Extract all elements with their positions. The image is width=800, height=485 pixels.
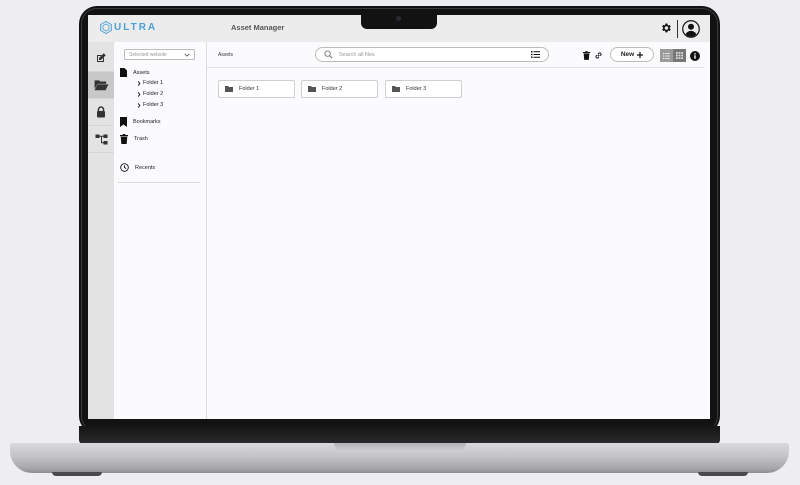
chevron-down-icon [184,53,190,57]
folder-card-1[interactable]: Folder 1 [218,80,295,98]
search-icon [324,50,333,59]
laptop-chin [79,426,720,444]
laptop-foot-left [52,472,102,476]
link-icon[interactable] [594,51,603,60]
folder-card-3[interactable]: Folder 3 [385,80,462,98]
tree-folder-2[interactable]: Folder 2 [137,91,163,97]
tree-folder-1[interactable]: Folder 1 [137,80,163,86]
folder-card-2[interactable]: Folder 2 [301,80,378,98]
folder-card-label: Folder 1 [239,86,260,92]
grid-view-icon [676,52,683,59]
tree-item-label: Trash [134,136,148,142]
folder-card-label: Folder 3 [406,86,427,92]
tree-divider [118,182,200,183]
app-logo[interactable]: ULTRA [100,21,157,34]
tree-folder-label: Folder 3 [143,102,164,108]
bookmark-icon [120,117,127,127]
logo-text: ULTRA [114,22,158,33]
plus-icon [637,51,644,58]
tree-folder-3[interactable]: Folder 3 [137,102,163,108]
sitemap-icon [95,134,107,144]
grid-view-button[interactable] [673,49,686,62]
main-content: Assets Search all files New Folder 1 Fol… [207,42,710,419]
trash-icon [120,134,128,144]
delete-trash-icon[interactable] [583,51,590,60]
lock-icon [97,106,105,118]
tree-item-trash[interactable]: Trash [120,134,148,144]
search-input[interactable]: Search all files [339,52,531,58]
screen: ULTRA Asset Manager Selected website Ass… [88,15,710,419]
file-icon [120,68,127,77]
user-avatar-icon[interactable] [682,20,700,38]
camera-icon [396,16,401,21]
icon-rail [88,42,114,419]
list-view-button[interactable] [660,49,673,62]
laptop-base-groove [334,443,466,451]
filter-list-icon[interactable] [531,51,540,58]
rail-item-structure[interactable] [88,126,114,153]
folder-open-icon [94,80,108,91]
tree-item-label: Assets [133,69,150,76]
gear-icon[interactable] [660,22,672,34]
tree-item-label: Recents [135,164,156,171]
tree-item-bookmarks[interactable]: Bookmarks [120,117,161,127]
folder-icon [392,86,400,92]
new-button[interactable]: New [610,47,654,62]
website-select-value: Selected website [129,51,167,58]
folder-icon [225,86,233,92]
tree-item-recents[interactable]: Recents [120,163,155,172]
chevron-right-icon [137,102,141,108]
logo-hexagon-icon [100,21,112,34]
info-icon[interactable] [690,51,700,61]
toolbar-divider [207,67,704,68]
laptop-foot-right [698,472,748,476]
top-bar-divider [677,20,678,38]
file-tree-panel: Selected website Assets Folder 1 Folder … [114,42,207,419]
tree-folder-label: Folder 2 [143,91,164,97]
rail-item-edit[interactable] [88,45,114,72]
breadcrumb[interactable]: Assets [218,52,233,58]
rail-item-security[interactable] [88,99,114,126]
website-select[interactable]: Selected website [124,49,195,60]
tree-item-assets[interactable]: Assets [120,68,150,77]
rail-item-assets[interactable] [88,72,114,99]
chevron-right-icon [137,91,141,97]
edit-icon [97,53,106,62]
view-toggle [660,49,686,62]
tree-item-label: Bookmarks [133,119,161,125]
folder-card-label: Folder 2 [322,86,343,92]
clock-icon [120,163,129,172]
new-button-label: New [620,51,635,58]
chevron-right-icon [137,80,141,86]
folder-icon [308,86,316,92]
list-view-icon [663,52,670,59]
page-title: Asset Manager [231,23,285,32]
search-field[interactable]: Search all files [315,47,549,62]
tree-folder-label: Folder 1 [143,80,164,86]
